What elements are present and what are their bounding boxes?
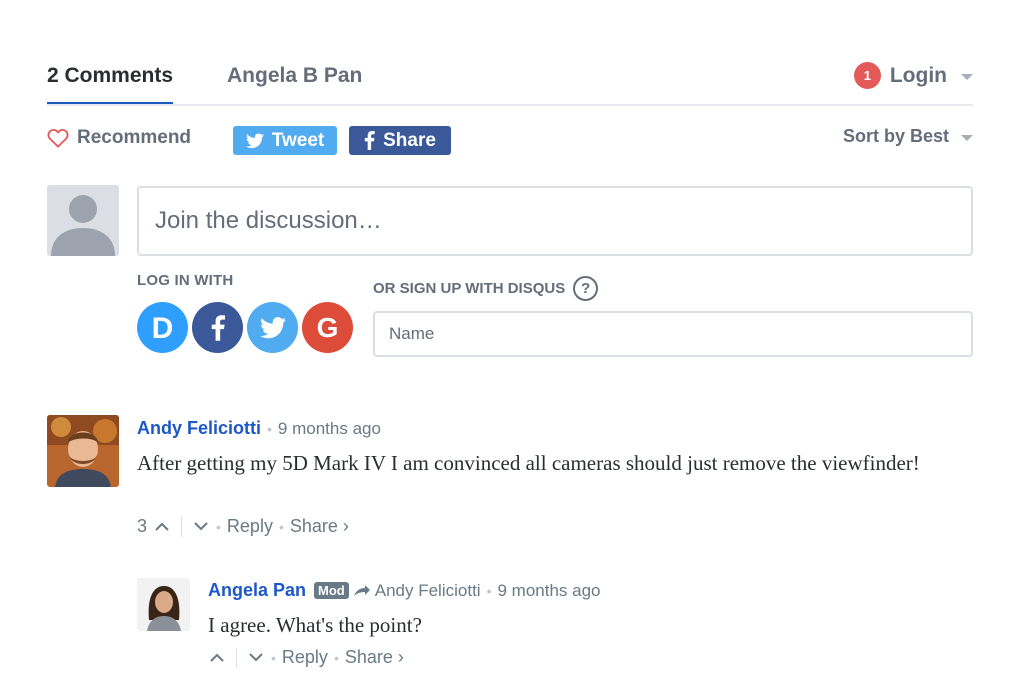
tab-comments-label: 2 Comments (47, 64, 174, 87)
comment-timestamp[interactable]: 9 months ago (497, 581, 600, 601)
heart-icon (47, 128, 69, 148)
twitter-icon (259, 316, 286, 338)
comment-compose-input[interactable]: Join the discussion… (137, 186, 973, 256)
help-icon[interactable]: ? (573, 276, 599, 301)
avatar-image (47, 415, 119, 487)
notification-badge[interactable]: 1 (853, 62, 881, 89)
avatar[interactable] (47, 415, 119, 487)
in-reply-to[interactable]: Andy Feliciotti (353, 581, 481, 601)
share-link[interactable]: Share › (290, 516, 349, 537)
comment-timestamp[interactable]: 9 months ago (278, 419, 381, 439)
vote-divider (236, 647, 237, 668)
disqus-icon: D (152, 312, 174, 345)
tweet-label: Tweet (271, 129, 325, 151)
svg-text:G: G (317, 312, 339, 343)
sort-dropdown[interactable]: Sort by Best (843, 126, 973, 147)
login-menu[interactable]: 1 Login (853, 62, 973, 89)
twitter-icon (245, 133, 264, 148)
login-google-button[interactable]: G (302, 302, 353, 353)
upvote-icon[interactable] (208, 649, 226, 667)
meta-separator: • (486, 582, 492, 599)
moderator-badge: Mod (314, 582, 349, 599)
reply-link[interactable]: Reply (227, 516, 273, 537)
downvote-icon[interactable] (192, 518, 210, 536)
share-label: Share (383, 129, 436, 151)
upvote-icon[interactable] (153, 518, 171, 536)
comment-author[interactable]: Angela Pan (208, 580, 306, 601)
login-label[interactable]: Login (890, 64, 947, 88)
avatar[interactable] (137, 578, 190, 631)
facebook-icon (364, 131, 375, 150)
in-reply-to-author[interactable]: Andy Feliciotti (375, 581, 481, 601)
tweet-button[interactable]: Tweet (233, 126, 337, 155)
chevron-down-icon (961, 135, 973, 141)
comment-meta: Angela Pan Mod Andy Feliciotti • 9 month… (208, 580, 601, 601)
login-facebook-button[interactable] (192, 302, 243, 353)
recommend-label: Recommend (77, 127, 192, 148)
footer-separator: • (333, 649, 339, 666)
tab-community[interactable]: Angela B Pan (227, 64, 362, 88)
login-disqus-button[interactable]: D (137, 302, 188, 353)
nav-divider (47, 104, 973, 106)
recommend-button[interactable]: Recommend (47, 127, 191, 149)
avatar-image (137, 578, 190, 631)
anonymous-avatar (47, 185, 119, 256)
sort-label: Sort by Best (842, 126, 949, 146)
chevron-down-icon[interactable] (961, 74, 973, 80)
signup-with-label: OR SIGN UP WITH DISQUS ? (373, 276, 599, 301)
upvote-count: 3 (137, 516, 148, 536)
comment-footer: • Reply • Share › (208, 647, 404, 668)
comment-meta: Andy Feliciotti • 9 months ago (137, 418, 381, 439)
login-twitter-button[interactable] (247, 302, 298, 353)
signup-with-text: OR SIGN UP WITH DISQUS (373, 280, 566, 297)
comments-nav: 2 Comments Angela B Pan 1 Login (47, 60, 973, 108)
comment-body: After getting my 5D Mark IV I am convinc… (137, 451, 920, 475)
comment-body: I agree. What's the point? (208, 613, 422, 637)
reply-link[interactable]: Reply (282, 647, 328, 668)
facebook-icon (211, 314, 225, 341)
footer-separator: • (271, 649, 276, 666)
login-with-label: LOG IN WITH (137, 272, 234, 289)
name-field[interactable] (373, 311, 973, 357)
comment-footer: 3 • Reply • Share › (137, 516, 349, 537)
footer-separator: • (278, 518, 284, 535)
reply-arrow-icon (353, 584, 370, 596)
meta-separator: • (267, 420, 272, 437)
user-placeholder-icon (47, 185, 119, 256)
footer-separator: • (216, 518, 221, 535)
tab-comments[interactable]: 2 Comments (47, 64, 174, 105)
share-link[interactable]: Share › (345, 647, 404, 668)
google-icon: G (317, 312, 339, 343)
vote-divider (181, 516, 183, 537)
comment-author[interactable]: Andy Feliciotti (137, 418, 261, 439)
facebook-share-button[interactable]: Share (349, 126, 451, 155)
downvote-icon[interactable] (247, 649, 265, 667)
svg-text:D: D (152, 312, 174, 345)
